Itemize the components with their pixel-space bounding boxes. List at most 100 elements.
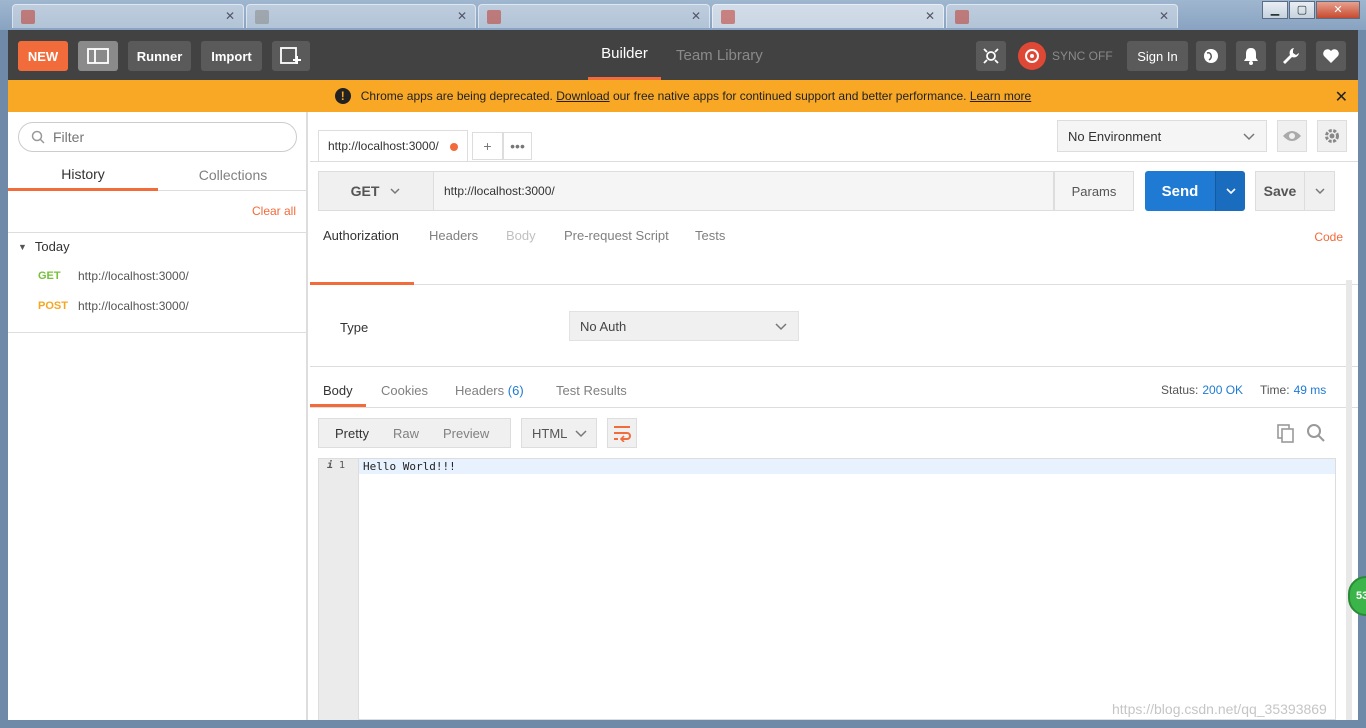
notifications-button[interactable] bbox=[1236, 41, 1266, 71]
browser-tab[interactable]: ✕ bbox=[478, 4, 710, 28]
tab-tests[interactable]: Tests bbox=[695, 228, 725, 252]
add-tab-button[interactable]: + bbox=[472, 132, 503, 160]
history-item[interactable]: GET http://localhost:3000/ bbox=[38, 269, 189, 283]
toggle-sidebar-button[interactable] bbox=[78, 41, 118, 71]
scrollbar[interactable] bbox=[1346, 280, 1352, 720]
satellite-icon bbox=[983, 48, 999, 64]
browser-tab[interactable]: ✕ bbox=[946, 4, 1178, 28]
auth-type-select[interactable]: No Auth bbox=[569, 311, 799, 341]
browser-tab[interactable]: ✕ bbox=[12, 4, 244, 28]
response-time: Time: 49 ms bbox=[1260, 383, 1326, 397]
window-bottom-edge bbox=[0, 720, 1366, 728]
settings-button[interactable] bbox=[1276, 41, 1306, 71]
browser-tab[interactable]: ✕ bbox=[712, 4, 944, 28]
clear-all-link[interactable]: Clear all bbox=[252, 204, 296, 218]
close-icon[interactable]: ✕ bbox=[225, 9, 235, 23]
wrap-lines-icon bbox=[614, 426, 631, 442]
sign-in-button[interactable]: Sign In bbox=[1127, 41, 1188, 71]
history-item[interactable]: POST http://localhost:3000/ bbox=[38, 299, 189, 313]
more-tabs-button[interactable]: ••• bbox=[503, 132, 532, 160]
environment-quick-look-button[interactable] bbox=[1277, 120, 1307, 152]
close-icon[interactable]: ✕ bbox=[691, 9, 701, 23]
eye-icon bbox=[1283, 131, 1301, 141]
window-close-button[interactable]: ✕ bbox=[1316, 1, 1360, 19]
view-preview[interactable]: Preview bbox=[431, 426, 501, 441]
params-button[interactable]: Params bbox=[1054, 171, 1134, 211]
environment-selected: No Environment bbox=[1068, 128, 1162, 144]
page-favicon-icon bbox=[721, 9, 735, 24]
method-select[interactable]: GET bbox=[318, 171, 434, 211]
filter-input[interactable] bbox=[53, 129, 283, 145]
wrench-icon bbox=[1283, 48, 1299, 64]
auth-type-value: No Auth bbox=[580, 318, 627, 334]
maximize-button[interactable]: ▢ bbox=[1289, 1, 1315, 19]
banner-close-icon[interactable]: ✕ bbox=[1335, 87, 1348, 107]
tab-authorization[interactable]: Authorization bbox=[323, 228, 399, 252]
builder-tab[interactable]: Builder bbox=[588, 30, 661, 80]
interceptor-button[interactable] bbox=[976, 41, 1006, 71]
search-icon bbox=[1307, 424, 1325, 442]
divider bbox=[8, 332, 306, 333]
line-number-value: 1 bbox=[339, 460, 346, 471]
divider bbox=[310, 284, 1358, 285]
method-value: GET bbox=[350, 183, 380, 199]
desktop-window: ✕ ✕ ✕ ✕ ✕ ▁ ▢ ✕ NEW Runner Import Builde… bbox=[0, 0, 1366, 728]
response-body-editor[interactable]: i1 Hello World!!! bbox=[318, 458, 1336, 720]
history-url: http://localhost:3000/ bbox=[78, 269, 189, 283]
search-response-button[interactable] bbox=[1306, 423, 1326, 448]
send-options-button[interactable] bbox=[1215, 171, 1245, 211]
request-tab-label: http://localhost:3000/ bbox=[328, 139, 439, 153]
heart-icon bbox=[1323, 49, 1339, 63]
new-window-button[interactable] bbox=[272, 41, 310, 71]
response-tab-body[interactable]: Body bbox=[323, 383, 353, 398]
new-button[interactable]: NEW bbox=[18, 41, 68, 71]
code-link[interactable]: Code bbox=[1314, 230, 1343, 244]
environment-select[interactable]: No Environment bbox=[1057, 120, 1267, 152]
send-button[interactable]: Send bbox=[1145, 171, 1215, 211]
tab-collections[interactable]: Collections bbox=[158, 159, 308, 191]
url-input[interactable]: http://localhost:3000/ bbox=[434, 171, 1054, 211]
save-options-button[interactable] bbox=[1305, 171, 1335, 211]
os-title-bar: ✕ ✕ ✕ ✕ ✕ ▁ ▢ ✕ bbox=[0, 0, 1366, 30]
search-icon bbox=[31, 130, 45, 144]
response-tab-test-results[interactable]: Test Results bbox=[556, 383, 627, 398]
globe-button[interactable] bbox=[1196, 41, 1226, 71]
sync-icon bbox=[1018, 42, 1046, 70]
chevron-down-icon bbox=[1314, 188, 1325, 195]
copy-button[interactable] bbox=[1276, 423, 1296, 448]
globe-icon bbox=[1204, 49, 1218, 63]
close-icon[interactable]: ✕ bbox=[925, 9, 935, 23]
minimize-button[interactable]: ▁ bbox=[1262, 1, 1288, 19]
tab-body[interactable]: Body bbox=[506, 228, 536, 252]
format-value: HTML bbox=[532, 425, 568, 441]
learn-more-link[interactable]: Learn more bbox=[970, 89, 1031, 103]
divider bbox=[310, 407, 1358, 408]
divider bbox=[8, 232, 306, 233]
view-raw[interactable]: Raw bbox=[381, 426, 431, 441]
close-icon[interactable]: ✕ bbox=[1159, 9, 1169, 23]
bell-icon bbox=[1244, 48, 1258, 65]
manage-environments-button[interactable] bbox=[1317, 120, 1347, 152]
favorite-button[interactable] bbox=[1316, 41, 1346, 71]
tab-headers[interactable]: Headers bbox=[429, 228, 478, 252]
team-library-tab[interactable]: Team Library bbox=[676, 30, 763, 80]
import-button[interactable]: Import bbox=[201, 41, 262, 71]
save-button[interactable]: Save bbox=[1255, 171, 1305, 211]
sync-status[interactable]: SYNC OFF bbox=[1018, 41, 1113, 71]
tab-pre-request-script[interactable]: Pre-request Script bbox=[564, 228, 669, 252]
response-tab-cookies[interactable]: Cookies bbox=[381, 383, 428, 398]
view-mode-group: Pretty Raw Preview bbox=[318, 418, 511, 448]
request-tab[interactable]: http://localhost:3000/ bbox=[318, 130, 468, 161]
format-select[interactable]: HTML bbox=[521, 418, 597, 448]
history-group-today[interactable]: ▼ Today bbox=[18, 239, 70, 254]
chevron-down-icon bbox=[1225, 188, 1236, 195]
tab-history[interactable]: History bbox=[8, 159, 158, 191]
download-link[interactable]: Download bbox=[556, 89, 609, 103]
wrap-lines-button[interactable] bbox=[607, 418, 637, 448]
browser-tab[interactable]: ✕ bbox=[246, 4, 476, 28]
runner-button[interactable]: Runner bbox=[128, 41, 191, 71]
view-pretty[interactable]: Pretty bbox=[319, 426, 381, 441]
close-icon[interactable]: ✕ bbox=[457, 9, 467, 23]
history-url: http://localhost:3000/ bbox=[78, 299, 189, 313]
response-tab-headers[interactable]: Headers (6) bbox=[455, 383, 524, 398]
